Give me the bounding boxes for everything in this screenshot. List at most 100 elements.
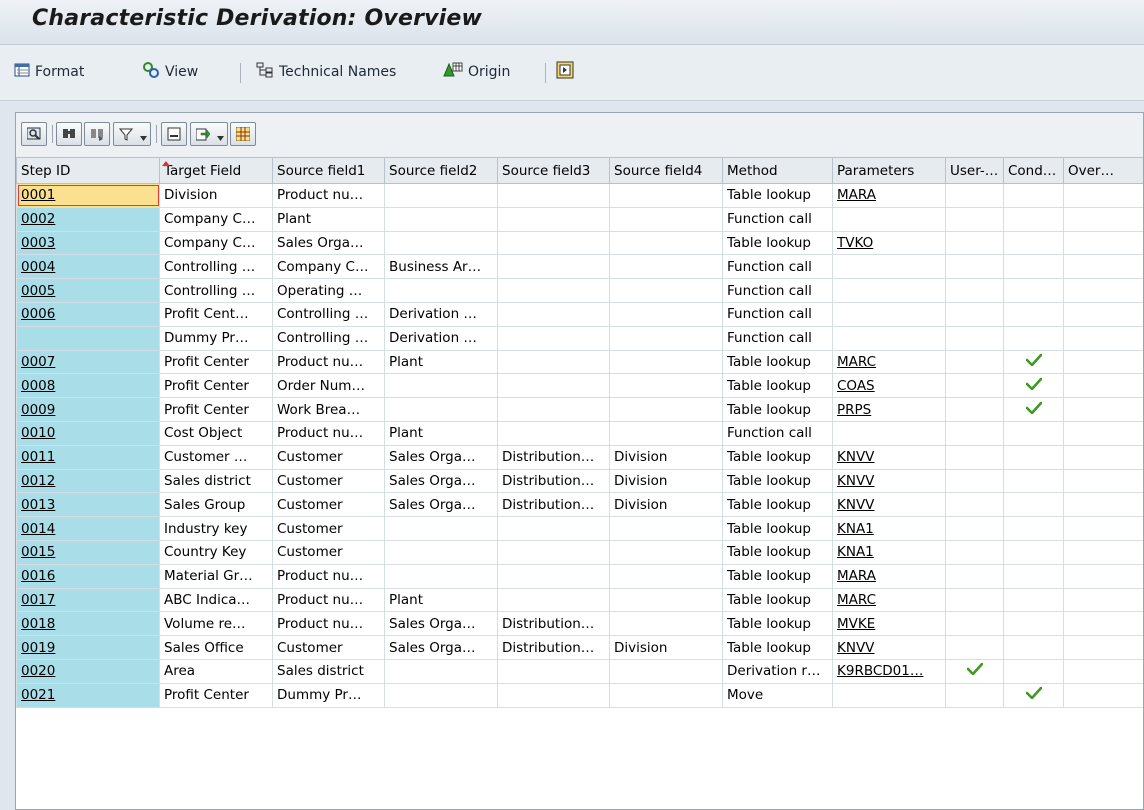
method-cell[interactable]: Table lookup — [722, 539, 833, 565]
src1-cell[interactable]: Customer — [272, 539, 385, 565]
src3-cell[interactable]: Distribution… — [497, 635, 610, 660]
src4-cell[interactable]: Division — [609, 635, 723, 660]
step-id-cell[interactable]: 0017 — [16, 587, 160, 613]
src2-cell[interactable] — [384, 516, 498, 541]
parameters-cell[interactable]: KNVV — [832, 492, 946, 518]
src4-cell[interactable] — [609, 325, 723, 351]
table-row[interactable]: 0006 Profit Cent… Controlling … Derivation … — [16, 301, 1143, 327]
table-row[interactable]: 0001 Division Product nu… Table lookup MARA — [16, 183, 1143, 208]
src1-cell[interactable]: Customer — [272, 635, 385, 660]
format-button[interactable]: Format — [14, 60, 84, 84]
method-cell[interactable]: Table lookup — [722, 349, 833, 375]
parameters-cell[interactable] — [832, 254, 946, 280]
method-cell[interactable]: Function call — [722, 254, 833, 280]
method-cell[interactable]: Table lookup — [722, 563, 833, 589]
step-id-cell[interactable]: 0014 — [16, 516, 160, 541]
table-row[interactable]: 0010 Cost Object Product nu… Plant Function … — [16, 420, 1143, 446]
src4-cell[interactable] — [609, 611, 723, 637]
table-row[interactable]: 0002 Company C… Plant Function call — [16, 206, 1143, 232]
src4-cell[interactable] — [609, 539, 723, 565]
src2-cell[interactable] — [384, 183, 498, 208]
src2-cell[interactable] — [384, 206, 498, 232]
parameters-link[interactable]: TVKO — [837, 235, 873, 251]
src2-cell[interactable] — [384, 563, 498, 589]
src3-cell[interactable]: Distribution… — [497, 611, 610, 637]
step-id-cell[interactable]: 0008 — [16, 373, 160, 399]
view-button[interactable]: View — [142, 60, 198, 84]
src2-cell[interactable]: Sales Orga… — [384, 492, 498, 518]
src1-cell[interactable]: Dummy Pr… — [272, 682, 385, 708]
step-id-link[interactable]: 0005 — [21, 283, 55, 299]
step-id-cell[interactable]: 0011 — [16, 444, 160, 470]
src3-cell[interactable] — [497, 420, 610, 446]
target-cell[interactable]: Company C… — [159, 206, 273, 232]
parameters-cell[interactable]: MARA — [832, 183, 946, 208]
target-cell[interactable]: Company C… — [159, 230, 273, 256]
parameters-link[interactable]: MARC — [837, 354, 876, 370]
step-id-cell[interactable]: 0001 — [16, 183, 160, 208]
parameters-link[interactable]: PRPS — [837, 402, 871, 418]
src1-cell[interactable]: Customer — [272, 492, 385, 518]
src2-cell[interactable]: Derivation … — [384, 325, 498, 351]
src4-cell[interactable] — [609, 373, 723, 399]
expand-button[interactable] — [556, 60, 574, 84]
target-cell[interactable]: Sales Group — [159, 492, 273, 518]
src4-cell[interactable] — [609, 301, 723, 327]
method-cell[interactable]: Table lookup — [722, 611, 833, 637]
step-id-cell[interactable] — [16, 325, 160, 351]
src2-cell[interactable]: Plant — [384, 420, 498, 446]
parameters-link[interactable]: COAS — [837, 378, 875, 394]
src4-cell[interactable] — [609, 563, 723, 589]
step-id-link[interactable]: 0012 — [21, 473, 55, 489]
src2-cell[interactable]: Sales Orga… — [384, 444, 498, 470]
src1-cell[interactable]: Sales Orga… — [272, 230, 385, 256]
src3-cell[interactable] — [497, 278, 610, 303]
step-id-link[interactable]: 0018 — [21, 616, 55, 632]
src3-cell[interactable] — [497, 230, 610, 256]
parameters-cell[interactable]: PRPS — [832, 397, 946, 422]
parameters-cell[interactable]: KNVV — [832, 635, 946, 660]
table-row[interactable]: 0018 Volume re… Product nu… Sales Orga… Dist… — [16, 611, 1143, 637]
print-button[interactable] — [161, 122, 187, 146]
parameters-link[interactable]: MVKE — [837, 616, 875, 632]
column-header[interactable]: Parameters — [832, 157, 946, 184]
step-id-link[interactable]: 0011 — [21, 449, 55, 465]
parameters-cell[interactable]: MARC — [832, 349, 946, 375]
src4-cell[interactable] — [609, 397, 723, 422]
src3-cell[interactable] — [497, 658, 610, 684]
parameters-cell[interactable]: KNVV — [832, 444, 946, 470]
src1-cell[interactable]: Company C… — [272, 254, 385, 280]
step-id-cell[interactable]: 0002 — [16, 206, 160, 232]
parameters-link[interactable]: KNA1 — [837, 521, 874, 537]
src2-cell[interactable] — [384, 658, 498, 684]
src4-cell[interactable] — [609, 682, 723, 708]
src2-cell[interactable] — [384, 682, 498, 708]
details-button[interactable] — [21, 122, 47, 146]
step-id-link[interactable]: 0010 — [21, 425, 55, 441]
src4-cell[interactable] — [609, 278, 723, 303]
src3-cell[interactable] — [497, 682, 610, 708]
step-id-link[interactable]: 0009 — [21, 402, 55, 418]
src2-cell[interactable]: Plant — [384, 349, 498, 375]
parameters-cell[interactable] — [832, 206, 946, 232]
src4-cell[interactable] — [609, 254, 723, 280]
src4-cell[interactable] — [609, 658, 723, 684]
column-header[interactable]: Method — [722, 157, 833, 184]
method-cell[interactable]: Table lookup — [722, 183, 833, 208]
parameters-cell[interactable]: TVKO — [832, 230, 946, 256]
src3-cell[interactable] — [497, 587, 610, 613]
target-cell[interactable]: Profit Center — [159, 397, 273, 422]
method-cell[interactable]: Table lookup — [722, 635, 833, 660]
parameters-link[interactable]: KNVV — [837, 497, 874, 513]
src1-cell[interactable]: Controlling … — [272, 301, 385, 327]
src3-cell[interactable] — [497, 254, 610, 280]
target-cell[interactable]: Cost Object — [159, 420, 273, 446]
table-row[interactable]: 0016 Material Gr… Product nu… Table lookup M… — [16, 563, 1143, 589]
src4-cell[interactable]: Division — [609, 468, 723, 494]
parameters-cell[interactable]: K9RBCD01… — [832, 658, 946, 684]
method-cell[interactable]: Table lookup — [722, 444, 833, 470]
parameters-cell[interactable] — [832, 420, 946, 446]
method-cell[interactable]: Move — [722, 682, 833, 708]
src3-cell[interactable] — [497, 539, 610, 565]
src1-cell[interactable]: Product nu… — [272, 611, 385, 637]
